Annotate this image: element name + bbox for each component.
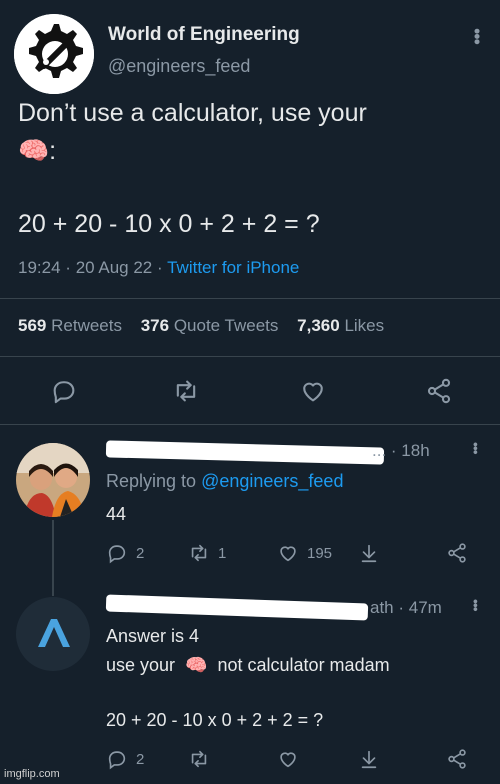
meta-separator: · xyxy=(65,258,71,277)
thread-line xyxy=(52,520,54,596)
author-name[interactable]: World of Engineering xyxy=(108,24,300,46)
author-handle[interactable]: @engineers_feed xyxy=(108,56,250,77)
reply-text-line2-suffix: not calculator madam xyxy=(217,655,390,675)
reply-header: ath · 47m xyxy=(370,598,442,618)
quotes-stat[interactable]: 376 Quote Tweets xyxy=(141,316,279,335)
reply-like-button[interactable]: 195 xyxy=(277,542,332,564)
retweet-count: 1 xyxy=(218,544,227,562)
like-count: 195 xyxy=(307,544,333,562)
tweet-stats: 569 Retweets 376 Quote Tweets 7,360 Like… xyxy=(18,316,384,336)
retweets-stat[interactable]: 569 Retweets xyxy=(18,316,122,335)
replying-to: Replying to @engineers_feed xyxy=(106,471,343,492)
tweet-text-line1: Don’t use a calculator, use your xyxy=(18,99,367,127)
brain-emoji: 🧠 xyxy=(185,655,208,675)
download-arrow-icon xyxy=(361,544,377,563)
reply-text: 44 xyxy=(106,504,127,524)
reply-handle-suffix: ath · 47m xyxy=(370,598,442,617)
retweet-icon xyxy=(191,544,207,562)
divider xyxy=(0,424,500,425)
like-icon[interactable] xyxy=(299,377,327,405)
reply-avatar[interactable] xyxy=(16,597,90,671)
reply-share-button[interactable] xyxy=(446,542,468,564)
tweet-text-colon: : xyxy=(49,137,57,165)
replying-to-label: Replying to xyxy=(106,471,197,491)
watermark: imgflip.com xyxy=(4,768,60,780)
redacted-name-scribble xyxy=(105,594,369,621)
divider xyxy=(0,356,500,357)
reply-text-line2-prefix: use your xyxy=(106,655,176,675)
gear-logo-icon xyxy=(14,14,94,94)
redacted-name-scribble xyxy=(105,440,385,465)
share-icon xyxy=(448,543,466,563)
brain-emoji: 🧠 xyxy=(18,137,50,165)
reply-text-line3: 20 + 20 - 10 x 0 + 2 + 2 = ? xyxy=(106,710,324,730)
more-options-icon[interactable]: ••• xyxy=(468,442,484,454)
photo-avatar-icon xyxy=(16,443,90,517)
reply-download-button[interactable] xyxy=(358,748,380,770)
reply-download-button[interactable] xyxy=(358,542,380,564)
reply-count: 2 xyxy=(136,750,145,768)
reply-like-button[interactable] xyxy=(277,748,299,770)
reply-share-button[interactable] xyxy=(446,748,468,770)
reply-text: Answer is 4 use your 🧠 not calculator ma… xyxy=(106,622,486,735)
reply-header: ... · 18h xyxy=(372,441,430,461)
quotes-label: Quote Tweets xyxy=(173,316,279,335)
retweet-icon xyxy=(191,750,207,768)
tweet-time[interactable]: 19:24 xyxy=(18,258,61,277)
tweet-meta: 19:24 · 20 Aug 22 · Twitter for iPhone xyxy=(18,258,299,278)
a-logo-icon xyxy=(16,597,90,671)
likes-count: 7,360 xyxy=(297,316,340,335)
tweet-date[interactable]: 20 Aug 22 xyxy=(76,258,153,277)
tweet-text: Don’t use a calculator, use your 🧠: xyxy=(18,94,478,170)
reply-icon xyxy=(108,545,126,564)
likes-label: Likes xyxy=(344,316,385,335)
divider xyxy=(0,298,500,299)
share-icon xyxy=(448,749,466,769)
reply-time[interactable]: · 18h xyxy=(391,441,430,460)
like-icon xyxy=(280,546,296,562)
reply-retweet-button[interactable]: 1 xyxy=(188,542,226,564)
author-avatar[interactable] xyxy=(14,14,94,94)
reply-text-line1: Answer is 4 xyxy=(106,626,200,646)
reply-handle-suffix: ... xyxy=(372,441,387,460)
share-icon[interactable] xyxy=(425,377,453,405)
reply-reply-button[interactable]: 2 xyxy=(106,748,144,770)
reply-retweet-button[interactable] xyxy=(188,748,210,770)
replying-to-handle[interactable]: @engineers_feed xyxy=(201,471,343,491)
like-icon xyxy=(280,752,296,768)
reply-reply-button[interactable]: 2 xyxy=(106,542,144,564)
retweets-label: Retweets xyxy=(51,316,122,335)
download-arrow-icon xyxy=(361,750,377,769)
reply-icon[interactable] xyxy=(50,377,78,405)
reply-avatar[interactable] xyxy=(16,443,90,517)
more-options-icon[interactable]: ••• xyxy=(466,28,487,44)
more-options-icon[interactable]: ••• xyxy=(468,599,484,611)
reply-count: 2 xyxy=(136,544,145,562)
reply-text-line2: use your 🧠 not calculator madam xyxy=(106,651,486,680)
retweets-count: 569 xyxy=(18,316,47,335)
retweet-icon[interactable] xyxy=(172,377,200,405)
tweet-equation: 20 + 20 - 10 x 0 + 2 + 2 = ? xyxy=(18,210,320,238)
reply-icon xyxy=(108,751,126,770)
tweet-source[interactable]: Twitter for iPhone xyxy=(167,258,299,277)
meta-separator: · xyxy=(157,258,163,277)
quotes-count: 376 xyxy=(140,316,170,335)
likes-stat[interactable]: 7,360 Likes xyxy=(297,316,384,335)
